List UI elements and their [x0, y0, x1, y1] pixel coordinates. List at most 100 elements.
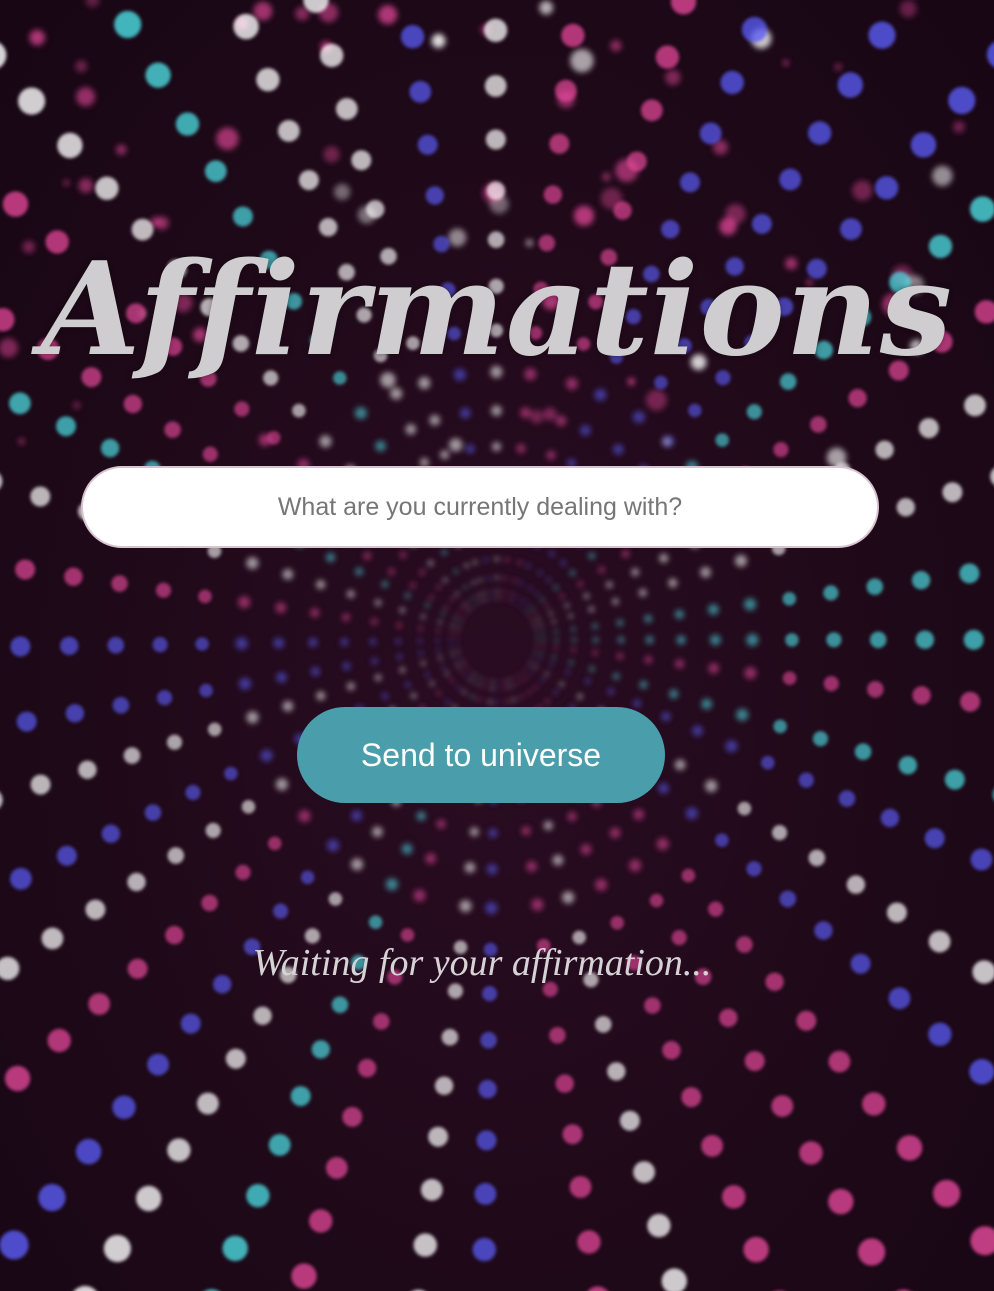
background-dot — [298, 170, 319, 191]
background-dot — [534, 664, 538, 669]
background-dot — [526, 861, 537, 872]
background-dot — [436, 690, 442, 696]
background-dot — [460, 606, 464, 610]
background-dot — [73, 401, 81, 409]
background-dot — [521, 826, 531, 836]
background-dot — [580, 425, 591, 436]
background-dot — [300, 870, 315, 885]
background-dot — [746, 633, 759, 647]
background-dot — [479, 599, 483, 603]
background-dot — [239, 677, 252, 690]
background-dot — [474, 603, 478, 606]
background-dot — [413, 1233, 437, 1257]
background-dot — [470, 597, 474, 601]
background-dot — [167, 847, 185, 864]
background-dot — [341, 613, 351, 622]
background-dot — [592, 637, 599, 643]
background-dot — [645, 389, 667, 411]
background-dot — [874, 176, 899, 200]
background-dot — [256, 68, 280, 92]
background-dot — [246, 1184, 270, 1208]
background-dot — [554, 637, 559, 643]
background-dot — [814, 921, 833, 940]
background-dot — [103, 1235, 131, 1263]
background-dot — [476, 1130, 497, 1151]
background-dot — [30, 486, 51, 507]
background-dot — [858, 1238, 886, 1266]
background-dot — [328, 892, 343, 906]
background-dot — [456, 645, 459, 649]
background-dot — [232, 206, 253, 227]
background-dot — [674, 759, 686, 771]
send-to-universe-button[interactable]: Send to universe — [297, 707, 665, 803]
background-dot — [460, 670, 464, 674]
background-dot — [808, 849, 826, 867]
background-dot — [647, 1213, 671, 1238]
background-dot — [508, 591, 513, 596]
background-dot — [439, 450, 450, 460]
background-dot — [613, 201, 632, 220]
background-dot — [668, 578, 678, 588]
background-dot — [736, 708, 749, 721]
background-dot — [520, 679, 524, 683]
background-dot — [692, 725, 703, 737]
background-dot — [808, 121, 832, 145]
background-dot — [201, 894, 218, 912]
background-dot — [355, 567, 364, 576]
background-dot — [0, 1230, 29, 1260]
background-dot — [445, 699, 450, 705]
background-dot — [610, 40, 622, 52]
background-dot — [100, 438, 120, 458]
background-dot — [260, 749, 273, 762]
background-dot — [530, 669, 535, 674]
background-dot — [2, 191, 29, 217]
background-dot — [674, 609, 685, 619]
background-dot — [529, 615, 533, 619]
background-dot — [546, 577, 552, 583]
background-dot — [416, 811, 426, 821]
background-dot — [511, 600, 515, 604]
background-dot — [410, 692, 417, 699]
background-dot — [543, 407, 557, 421]
background-dot — [207, 722, 222, 737]
background-dot — [485, 129, 506, 150]
background-dot — [0, 43, 7, 68]
background-dot — [511, 697, 516, 703]
background-dot — [828, 1188, 854, 1215]
background-dot — [488, 828, 498, 838]
background-dot — [688, 403, 702, 418]
background-dot — [960, 691, 981, 712]
background-dot — [970, 1226, 994, 1256]
background-dot — [626, 151, 647, 172]
background-dot — [75, 1138, 102, 1165]
background-dot — [592, 623, 598, 630]
page-title: Affirmations — [41, 235, 953, 385]
background-dot — [461, 661, 465, 665]
background-dot — [669, 689, 679, 699]
background-dot — [531, 620, 535, 624]
background-dot — [390, 387, 403, 400]
background-dot — [549, 133, 570, 154]
background-dot — [553, 629, 559, 634]
background-dot — [175, 112, 200, 136]
background-dot — [75, 60, 88, 73]
background-dot — [896, 498, 915, 517]
background-dot — [224, 766, 238, 781]
background-dot — [486, 181, 506, 200]
background-dot — [419, 569, 426, 576]
background-dot — [570, 49, 594, 73]
background-dot — [468, 607, 472, 611]
situation-input[interactable] — [81, 466, 879, 548]
background-dot — [532, 655, 536, 659]
background-dot — [569, 1176, 592, 1198]
background-dot — [561, 23, 585, 48]
background-dot — [316, 579, 326, 590]
background-dot — [441, 664, 446, 670]
background-dot — [886, 902, 907, 923]
background-dot — [598, 566, 606, 574]
background-dot — [449, 631, 453, 635]
background-dot — [506, 678, 510, 682]
background-dot — [526, 611, 530, 615]
background-dot — [470, 694, 475, 699]
background-dot — [425, 186, 444, 205]
